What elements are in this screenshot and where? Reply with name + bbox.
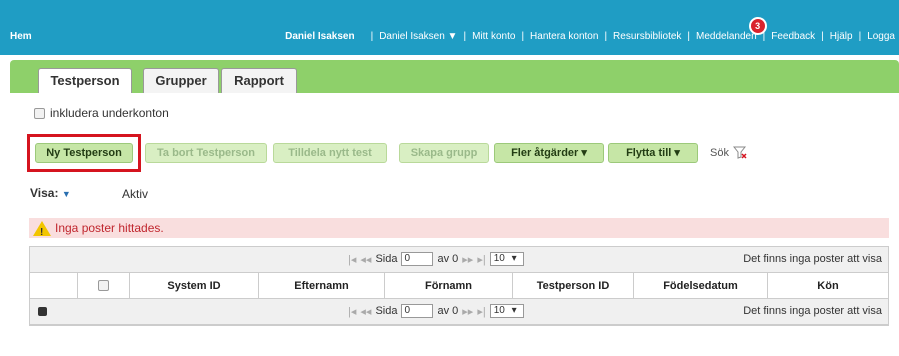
first-page-icon[interactable]: |◂ [348,305,356,318]
column-efternamn[interactable]: Efternamn [259,273,385,298]
manage-accounts-link[interactable]: Hantera konton [530,31,598,42]
rows-per-page-select[interactable]: 10 ▾ [489,252,524,266]
include-subaccounts-checkbox[interactable] [34,107,45,119]
chevron-down-icon: ▾ [674,147,680,159]
prev-page-icon[interactable]: ◂◂ [360,305,371,318]
rows-per-page-value: 10 [493,305,505,316]
tab-testperson[interactable]: Testperson [38,68,132,93]
more-actions-label: Fler åtgärder [511,147,579,159]
nav-separator: | [604,31,608,42]
row-number-column [30,273,78,298]
column-fodelsedatum[interactable]: Födelsedatum [634,273,768,298]
page-total: av 0 [437,253,459,265]
new-testperson-button[interactable]: Ny Testperson [35,143,133,163]
more-actions-button[interactable]: Fler åtgärder ▾ [494,143,604,163]
grid-expand-icon[interactable] [38,307,47,316]
caret-down-icon: ▼ [61,189,71,199]
alert-text: Inga poster hittades. [55,221,164,235]
current-user-name: Daniel Isaksen [285,31,355,42]
grid-header: System ID Efternamn Förnamn Testperson I… [30,273,888,299]
pager-info: Det finns inga poster att visa [743,305,882,317]
nav-separator: | [821,31,824,42]
search-label: Sök [710,147,729,159]
nav-separator: | [521,31,525,42]
messages-label: Meddelanden [696,31,757,42]
logout-link[interactable]: Logga [867,31,895,42]
assign-test-button[interactable]: Tilldela nytt test [273,143,387,163]
help-link[interactable]: Hjälp [830,31,853,42]
page-total: av 0 [437,305,459,317]
column-testperson-id[interactable]: Testperson ID [513,273,634,298]
include-subaccounts: inkludera underkonton [34,106,169,120]
tab-rapport[interactable]: Rapport [221,68,297,93]
last-page-icon[interactable]: ▸| [477,305,485,318]
pager-controls: |◂ ◂◂ Sida 0 av 0 ▸▸ ▸| 10 ▾ [348,304,528,318]
page-label: Sida [375,253,398,265]
no-records-alert: Inga poster hittades. [29,218,889,243]
warning-icon [33,220,51,243]
messages-link[interactable]: Meddelanden 3 [696,17,767,42]
chevron-down-icon: ▾ [581,147,587,159]
view-filter[interactable]: Visa: ▼ [30,186,71,200]
tab-band: Testperson Grupper Rapport [10,60,899,93]
my-account-link[interactable]: Mitt konto [472,31,515,42]
top-nav: Daniel Isaksen | Daniel Isaksen ▼ | Mitt… [285,17,895,42]
include-subaccounts-label: inkludera underkonton [50,106,169,120]
resource-library-link[interactable]: Resursbibliotek [613,31,681,42]
column-system-id[interactable]: System ID [130,273,259,298]
delete-testperson-button[interactable]: Ta bort Testperson [145,143,267,163]
column-kon[interactable]: Kön [768,273,888,298]
feedback-link[interactable]: Feedback [771,31,815,42]
tab-grupper[interactable]: Grupper [143,68,219,93]
prev-page-icon[interactable]: ◂◂ [360,253,371,266]
rows-per-page-select[interactable]: 10 ▾ [489,304,524,318]
pager-controls: |◂ ◂◂ Sida 0 av 0 ▸▸ ▸| 10 ▾ [348,252,528,266]
grid-pager-bottom: |◂ ◂◂ Sida 0 av 0 ▸▸ ▸| 10 ▾ Det finns i… [30,299,888,325]
user-menu-link[interactable]: Daniel Isaksen ▼ [379,31,457,42]
nav-separator: | [463,31,467,42]
pager-info: Det finns inga poster att visa [743,253,882,265]
select-all-checkbox[interactable] [98,280,109,291]
page-input[interactable]: 0 [401,252,434,266]
results-grid: |◂ ◂◂ Sida 0 av 0 ▸▸ ▸| 10 ▾ Det finns i… [29,246,889,326]
top-bar: Hem Daniel Isaksen | Daniel Isaksen ▼ | … [0,0,899,55]
move-to-button[interactable]: Flytta till ▾ [608,143,698,163]
view-filter-label: Visa: [30,186,59,200]
clear-filter-icon[interactable] [732,146,747,160]
last-page-icon[interactable]: ▸| [477,253,485,266]
next-page-icon[interactable]: ▸▸ [462,253,473,266]
page-label: Sida [375,305,398,317]
select-all-column [78,273,130,298]
home-link[interactable]: Hem [10,31,32,42]
first-page-icon[interactable]: |◂ [348,253,356,266]
next-page-icon[interactable]: ▸▸ [462,305,473,318]
column-fornamn[interactable]: Förnamn [385,273,513,298]
create-group-button[interactable]: Skapa grupp [399,143,489,163]
grid-pager-top: |◂ ◂◂ Sida 0 av 0 ▸▸ ▸| 10 ▾ Det finns i… [30,247,888,273]
message-count-badge: 3 [748,17,767,35]
page-input[interactable]: 0 [401,304,434,318]
rows-per-page-value: 10 [493,253,505,264]
search-control[interactable]: Sök [710,146,747,160]
nav-separator: | [687,31,691,42]
view-filter-value: Aktiv [122,187,149,201]
move-to-label: Flytta till [626,147,672,159]
nav-separator: | [370,31,374,42]
nav-separator: | [858,31,862,42]
